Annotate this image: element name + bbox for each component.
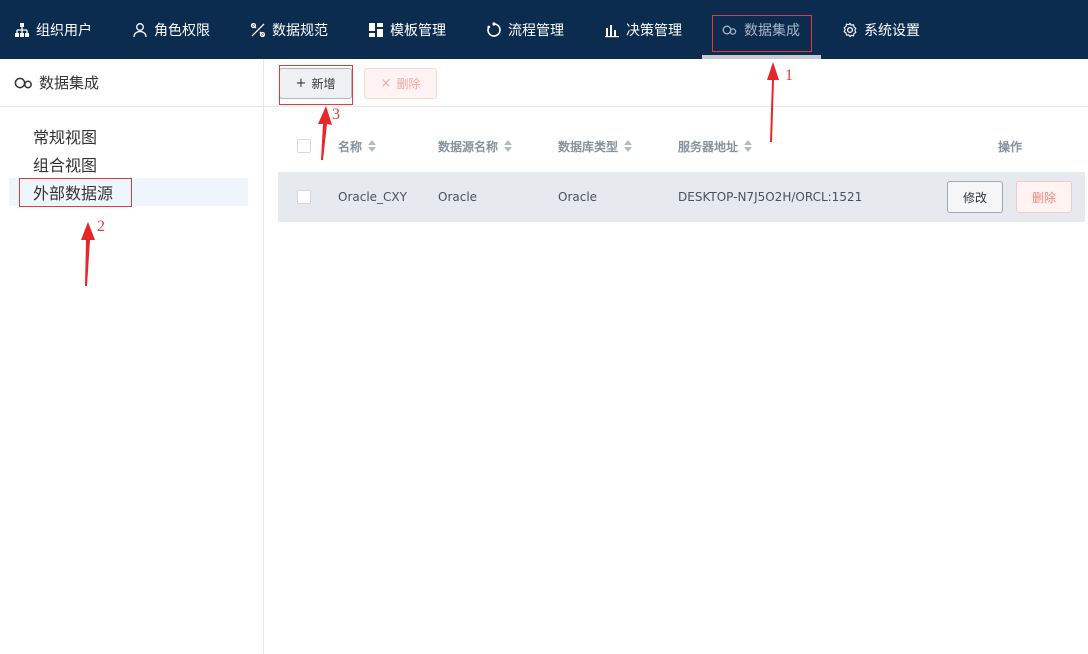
annotation-box-1 (712, 15, 812, 52)
cell-source-name: Oracle (438, 190, 478, 204)
column-header-actions: 操作 (998, 124, 1022, 168)
sidebar-header: 数据集成 (0, 59, 263, 107)
column-header-source-name[interactable]: 数据源名称 (438, 124, 513, 168)
nav-label: 模板管理 (390, 22, 446, 39)
nav-label: 角色权限 (154, 22, 210, 39)
tree-item-label: 常规视图 (33, 128, 98, 147)
annotation-box-3 (279, 65, 353, 105)
tools-icon (250, 22, 266, 38)
column-label: 操作 (998, 139, 1023, 154)
sort-icon[interactable] (504, 140, 513, 152)
nav-role-permissions[interactable]: 角色权限 (132, 0, 210, 59)
nav-data-standards[interactable]: 数据规范 (250, 0, 328, 59)
nav-label: 数据规范 (272, 22, 328, 39)
edit-button[interactable]: 修改 (947, 181, 1003, 213)
column-header-db-type[interactable]: 数据库类型 (558, 124, 633, 168)
nav-label: 系统设置 (864, 22, 920, 39)
nav-org-users[interactable]: 组织用户 (14, 0, 92, 59)
org-tree-icon (14, 22, 30, 38)
top-nav-bar: 组织用户 角色权限 数据规范 模板管理 流程管理 决策管理 数据集成 系统设置 (0, 0, 1088, 59)
tree-item-combined-view[interactable]: 组合视图 (9, 150, 248, 178)
data-integration-icon (14, 76, 34, 90)
select-all-checkbox[interactable] (297, 139, 311, 153)
sort-icon[interactable] (744, 140, 753, 152)
gear-icon (842, 22, 858, 38)
row-checkbox[interactable] (297, 190, 311, 204)
nav-decision-management[interactable]: 决策管理 (604, 0, 682, 59)
tree-item-label: 组合视图 (33, 156, 98, 175)
table-row[interactable]: Oracle_CXY Oracle Oracle DESKTOP-N7J5O2H… (278, 172, 1085, 222)
sort-icon[interactable] (368, 140, 377, 152)
column-label: 数据源名称 (438, 139, 499, 154)
bar-chart-icon (604, 22, 620, 38)
annotation-number-2: 2 (97, 218, 105, 235)
nav-label: 组织用户 (36, 22, 92, 39)
nav-label: 决策管理 (626, 22, 682, 39)
delete-button[interactable]: × 删除 (364, 68, 437, 99)
user-icon (132, 22, 148, 38)
cell-server: DESKTOP-N7J5O2H/ORCL:1521 (678, 190, 863, 204)
row-delete-button[interactable]: 删除 (1016, 181, 1072, 213)
close-icon: × (380, 76, 392, 91)
column-label: 服务器地址 (678, 139, 739, 154)
annotation-number-3: 3 (332, 106, 340, 123)
sort-icon[interactable] (624, 140, 633, 152)
nav-process-management[interactable]: 流程管理 (486, 0, 564, 59)
sidebar-title: 数据集成 (39, 74, 100, 92)
cell-name: Oracle_CXY (338, 190, 407, 204)
cell-db-type: Oracle (558, 190, 598, 204)
delete-button-label: 删除 (396, 77, 421, 91)
nav-system-settings[interactable]: 系统设置 (842, 0, 920, 59)
column-header-name[interactable]: 名称 (338, 124, 377, 168)
cycle-icon (486, 21, 502, 38)
tree-item-regular-view[interactable]: 常规视图 (9, 122, 248, 150)
nav-template-management[interactable]: 模板管理 (368, 0, 446, 59)
left-sidebar: 数据集成 常规视图 组合视图 外部数据源 (0, 59, 264, 654)
annotation-box-2 (19, 178, 132, 207)
column-label: 名称 (338, 139, 363, 154)
annotation-number-1: 1 (785, 67, 793, 84)
table-header: 名称 数据源名称 数据库类型 服务器地址 操作 (278, 124, 1085, 168)
toolbar: + 新增 × 删除 (264, 59, 1088, 107)
column-label: 数据库类型 (558, 139, 619, 154)
column-header-server[interactable]: 服务器地址 (678, 124, 753, 168)
template-icon (368, 22, 384, 38)
nav-label: 流程管理 (508, 22, 564, 39)
